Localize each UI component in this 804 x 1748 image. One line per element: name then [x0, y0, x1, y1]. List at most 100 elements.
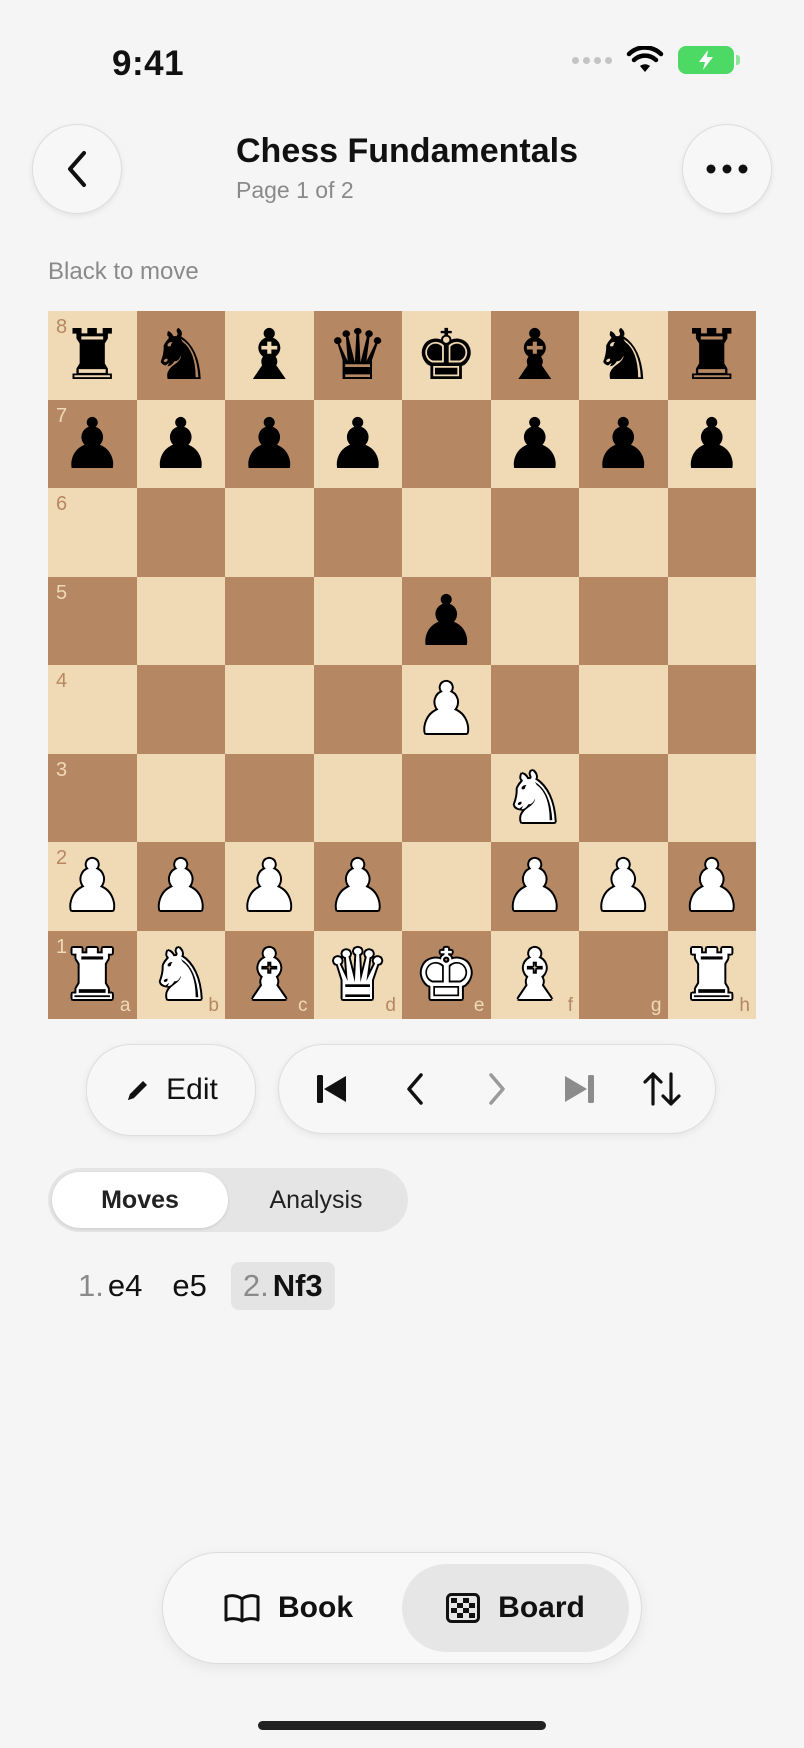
square-a8[interactable]: 8 ♜ — [48, 311, 137, 400]
white-pawn-icon[interactable]: ♟ — [326, 851, 389, 921]
square-c7[interactable]: ♟ — [225, 399, 314, 488]
square-g6[interactable] — [579, 488, 668, 577]
white-pawn-icon[interactable]: ♟ — [238, 851, 301, 921]
square-a5[interactable]: 5 — [48, 576, 137, 665]
square-e7[interactable] — [402, 399, 491, 488]
square-f1[interactable]: f ♝ — [490, 930, 579, 1019]
square-b8[interactable]: ♞ — [136, 311, 225, 400]
square-c4[interactable] — [225, 665, 314, 754]
square-b5[interactable] — [136, 576, 225, 665]
tab-moves[interactable]: Moves — [52, 1172, 228, 1228]
black-knight-icon[interactable]: ♞ — [149, 320, 212, 390]
previous-move-button[interactable] — [385, 1059, 445, 1119]
square-g2[interactable]: ♟ — [579, 842, 668, 931]
square-d4[interactable] — [313, 665, 402, 754]
square-d1[interactable]: d ♛ — [313, 930, 402, 1019]
square-h8[interactable]: ♜ — [667, 311, 756, 400]
black-pawn-icon[interactable]: ♟ — [61, 409, 124, 479]
tab-board[interactable]: Board — [402, 1564, 629, 1652]
square-h1[interactable]: h ♜ — [667, 930, 756, 1019]
white-pawn-icon[interactable]: ♟ — [592, 851, 655, 921]
edit-button[interactable]: Edit — [86, 1044, 256, 1136]
square-d3[interactable] — [313, 753, 402, 842]
square-a7[interactable]: 7 ♟ — [48, 399, 137, 488]
square-b3[interactable] — [136, 753, 225, 842]
square-e6[interactable] — [402, 488, 491, 577]
back-button[interactable] — [32, 124, 122, 214]
white-bishop-icon[interactable]: ♝ — [238, 940, 301, 1010]
black-knight-icon[interactable]: ♞ — [592, 320, 655, 390]
square-c6[interactable] — [225, 488, 314, 577]
more-options-button[interactable] — [682, 124, 772, 214]
square-f5[interactable] — [490, 576, 579, 665]
white-rook-icon[interactable]: ♜ — [61, 940, 124, 1010]
square-c1[interactable]: c ♝ — [225, 930, 314, 1019]
white-pawn-icon[interactable]: ♟ — [680, 851, 743, 921]
square-b2[interactable]: ♟ — [136, 842, 225, 931]
black-king-icon[interactable]: ♚ — [415, 320, 478, 390]
move-item-current[interactable]: 2. Nf3 — [230, 1262, 335, 1310]
square-h6[interactable] — [667, 488, 756, 577]
square-h3[interactable] — [667, 753, 756, 842]
square-h2[interactable]: ♟ — [667, 842, 756, 931]
square-e8[interactable]: ♚ — [402, 311, 491, 400]
square-d5[interactable] — [313, 576, 402, 665]
square-e2[interactable] — [402, 842, 491, 931]
white-rook-icon[interactable]: ♜ — [680, 940, 743, 1010]
black-bishop-icon[interactable]: ♝ — [238, 320, 301, 390]
square-c2[interactable]: ♟ — [225, 842, 314, 931]
square-g7[interactable]: ♟ — [579, 399, 668, 488]
square-d6[interactable] — [313, 488, 402, 577]
square-h7[interactable]: ♟ — [667, 399, 756, 488]
white-knight-icon[interactable]: ♞ — [503, 763, 566, 833]
black-pawn-icon[interactable]: ♟ — [149, 409, 212, 479]
square-g3[interactable] — [579, 753, 668, 842]
square-h5[interactable] — [667, 576, 756, 665]
square-g1[interactable]: g — [579, 930, 668, 1019]
square-a2[interactable]: 2 ♟ — [48, 842, 137, 931]
square-b6[interactable] — [136, 488, 225, 577]
black-rook-icon[interactable]: ♜ — [680, 320, 743, 390]
square-b4[interactable] — [136, 665, 225, 754]
black-pawn-icon[interactable]: ♟ — [415, 586, 478, 656]
square-d2[interactable]: ♟ — [313, 842, 402, 931]
move-item[interactable]: 1. e4 — [78, 1268, 142, 1304]
black-pawn-icon[interactable]: ♟ — [592, 409, 655, 479]
white-pawn-icon[interactable]: ♟ — [61, 851, 124, 921]
square-g8[interactable]: ♞ — [579, 311, 668, 400]
square-f7[interactable]: ♟ — [490, 399, 579, 488]
square-g5[interactable] — [579, 576, 668, 665]
square-a4[interactable]: 4 — [48, 665, 137, 754]
square-a3[interactable]: 3 — [48, 753, 137, 842]
square-f4[interactable] — [490, 665, 579, 754]
next-move-button[interactable] — [467, 1059, 527, 1119]
square-d8[interactable]: ♛ — [313, 311, 402, 400]
square-f6[interactable] — [490, 488, 579, 577]
square-b7[interactable]: ♟ — [136, 399, 225, 488]
tab-analysis[interactable]: Analysis — [228, 1172, 404, 1228]
skip-to-start-button[interactable] — [302, 1059, 362, 1119]
white-bishop-icon[interactable]: ♝ — [503, 940, 566, 1010]
white-queen-icon[interactable]: ♛ — [326, 940, 389, 1010]
white-pawn-icon[interactable]: ♟ — [503, 851, 566, 921]
square-c8[interactable]: ♝ — [225, 311, 314, 400]
square-e1[interactable]: e ♚ — [402, 930, 491, 1019]
black-pawn-icon[interactable]: ♟ — [503, 409, 566, 479]
square-g4[interactable] — [579, 665, 668, 754]
black-pawn-icon[interactable]: ♟ — [326, 409, 389, 479]
square-e3[interactable] — [402, 753, 491, 842]
move-item[interactable]: e5 — [172, 1268, 206, 1304]
white-pawn-icon[interactable]: ♟ — [415, 674, 478, 744]
square-b1[interactable]: b ♞ — [136, 930, 225, 1019]
square-e4[interactable]: ♟ — [402, 665, 491, 754]
tab-book[interactable]: Book — [175, 1564, 402, 1652]
black-queen-icon[interactable]: ♛ — [326, 320, 389, 390]
square-f3[interactable]: ♞ — [490, 753, 579, 842]
white-king-icon[interactable]: ♚ — [415, 940, 478, 1010]
black-bishop-icon[interactable]: ♝ — [503, 320, 566, 390]
white-pawn-icon[interactable]: ♟ — [149, 851, 212, 921]
white-knight-icon[interactable]: ♞ — [149, 940, 212, 1010]
skip-to-end-button[interactable] — [549, 1059, 609, 1119]
square-f8[interactable]: ♝ — [490, 311, 579, 400]
square-c5[interactable] — [225, 576, 314, 665]
